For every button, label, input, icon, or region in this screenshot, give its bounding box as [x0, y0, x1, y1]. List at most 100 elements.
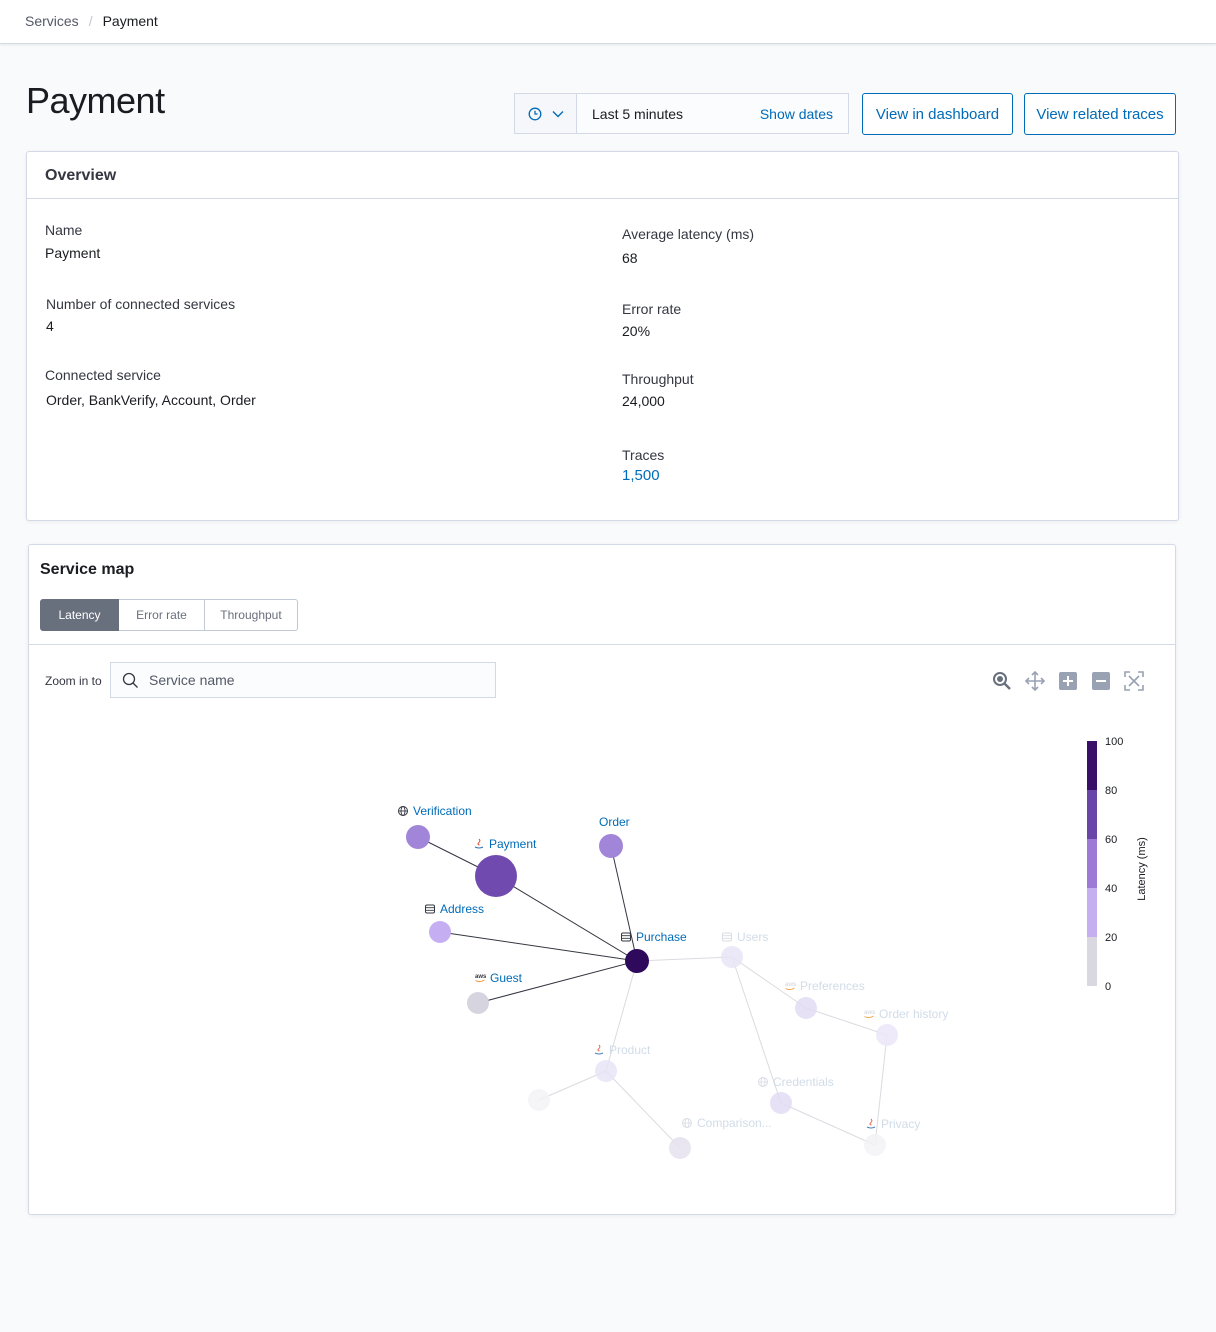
node-label[interactable]: Privacy: [881, 1117, 920, 1131]
node-circle[interactable]: [625, 949, 649, 973]
node-circle[interactable]: [429, 921, 451, 943]
average-latency-label: Average latency (ms): [622, 226, 755, 242]
quick-select-button[interactable]: [515, 94, 577, 133]
node-label[interactable]: Order history: [879, 1007, 948, 1021]
connected-service-label: Connected service: [45, 367, 161, 383]
service-map-panel: Service map Latency Error rate Throughpu…: [28, 544, 1176, 1215]
node-circle[interactable]: [876, 1024, 898, 1046]
clock-icon: [528, 107, 541, 120]
nodes-layer: Verification Payment Order Address Purchase a…: [398, 804, 948, 1159]
legend-swatch: [1087, 790, 1097, 839]
legend-tick-label: 80: [1105, 785, 1117, 797]
database-icon: [722, 932, 732, 942]
globe-icon: [398, 806, 408, 816]
legend-swatch: [1087, 937, 1097, 986]
node-label[interactable]: Payment: [489, 837, 537, 851]
node-label[interactable]: Order: [599, 815, 630, 829]
map-node-credentials[interactable]: Credentials: [758, 1075, 834, 1114]
legend-title: Latency (ms): [1136, 837, 1148, 901]
database-icon: [425, 904, 435, 914]
throughput-label: Throughput: [622, 371, 694, 387]
node-circle[interactable]: [595, 1060, 617, 1082]
show-dates-link[interactable]: Show dates: [760, 106, 833, 122]
overview-heading: Overview: [27, 152, 1178, 199]
breadcrumb-separator: /: [88, 13, 93, 29]
date-range-label[interactable]: Last 5 minutes: [592, 106, 760, 122]
globe-icon: [758, 1077, 768, 1087]
connected-count-label: Number of connected services: [46, 296, 236, 312]
map-node-unnamed[interactable]: [528, 1089, 550, 1111]
node-label[interactable]: Preferences: [800, 979, 865, 993]
node-label[interactable]: Comparison...: [697, 1116, 772, 1130]
svg-text:aws: aws: [864, 1010, 876, 1016]
node-circle[interactable]: [770, 1092, 792, 1114]
svg-text:aws: aws: [785, 982, 797, 988]
globe-icon: [682, 1118, 692, 1128]
map-node-privacy[interactable]: Privacy: [864, 1117, 920, 1156]
node-circle[interactable]: [528, 1089, 550, 1111]
legend-swatch: [1087, 888, 1097, 937]
map-node-verification[interactable]: Verification: [398, 804, 472, 849]
node-label[interactable]: Credentials: [773, 1075, 834, 1089]
java-icon: [594, 1044, 604, 1055]
map-node-order[interactable]: Order: [599, 815, 630, 858]
view-related-traces-button[interactable]: View related traces: [1024, 93, 1176, 135]
edge-order-purchase: [610, 845, 638, 962]
breadcrumb-current: Payment: [102, 13, 158, 29]
aws-icon: aws: [785, 982, 797, 991]
connected-count-value: 4: [46, 318, 54, 334]
map-node-product[interactable]: Product: [594, 1043, 651, 1082]
node-label[interactable]: Guest: [490, 971, 523, 985]
legend-tick-label: 0: [1105, 981, 1111, 993]
node-label[interactable]: Verification: [413, 804, 472, 818]
edge-credentials-privacy: [780, 1102, 876, 1146]
name-label: Name: [45, 222, 83, 238]
legend-tick-label: 20: [1105, 932, 1117, 944]
aws-icon: aws: [864, 1010, 876, 1019]
page-title: Payment: [26, 80, 165, 121]
legend-tick-label: 60: [1105, 834, 1117, 846]
traces-link[interactable]: 1,500: [622, 467, 660, 484]
legend-tick-label: 40: [1105, 883, 1117, 895]
edge-address-purchase: [439, 931, 638, 962]
node-circle[interactable]: [475, 855, 517, 897]
throughput-value: 24,000: [622, 393, 665, 409]
node-circle[interactable]: [599, 834, 623, 858]
map-node-orderhistory[interactable]: aws Order history: [864, 1007, 948, 1046]
node-circle[interactable]: [721, 946, 743, 968]
map-node-payment[interactable]: Payment: [474, 837, 537, 897]
overview-panel: Overview Name Payment Number of connecte…: [26, 151, 1179, 521]
error-rate-value: 20%: [622, 323, 651, 339]
map-node-guest[interactable]: aws Guest: [467, 971, 523, 1014]
node-circle[interactable]: [864, 1134, 886, 1156]
traces-label: Traces: [622, 447, 665, 463]
node-circle[interactable]: [669, 1137, 691, 1159]
chevron-down-icon: [552, 110, 563, 117]
top-bar: Services / Payment: [0, 0, 1216, 44]
node-circle[interactable]: [467, 992, 489, 1014]
name-value: Payment: [45, 245, 101, 261]
edge-payment-purchase: [495, 875, 638, 962]
node-circle[interactable]: [795, 997, 817, 1019]
map-node-comparison[interactable]: Comparison...: [669, 1116, 772, 1159]
map-node-preferences[interactable]: aws Preferences: [785, 979, 865, 1019]
average-latency-value: 68: [622, 250, 638, 266]
view-in-dashboard-button[interactable]: View in dashboard: [862, 93, 1013, 135]
legend-swatch: [1087, 839, 1097, 888]
node-circle[interactable]: [406, 825, 430, 849]
date-picker: Last 5 minutes Show dates: [514, 93, 849, 134]
node-label[interactable]: Purchase: [636, 930, 687, 944]
breadcrumb: Services / Payment: [25, 13, 158, 29]
legend-tick-label: 100: [1105, 736, 1123, 748]
node-label[interactable]: Users: [737, 930, 768, 944]
aws-icon: aws: [475, 974, 487, 983]
breadcrumb-services-link[interactable]: Services: [25, 13, 79, 29]
node-label[interactable]: Product: [609, 1043, 651, 1057]
edge-purchase-users: [636, 956, 733, 962]
latency-legend: 100 80 60 40 20 0 Latency (ms): [1087, 736, 1148, 993]
node-label[interactable]: Address: [440, 902, 484, 916]
service-map-canvas[interactable]: Verification Payment Order Address Purchase a…: [29, 545, 1177, 1216]
svg-text:aws: aws: [475, 974, 487, 980]
map-node-users[interactable]: Users: [721, 930, 768, 968]
java-icon: [866, 1118, 876, 1129]
